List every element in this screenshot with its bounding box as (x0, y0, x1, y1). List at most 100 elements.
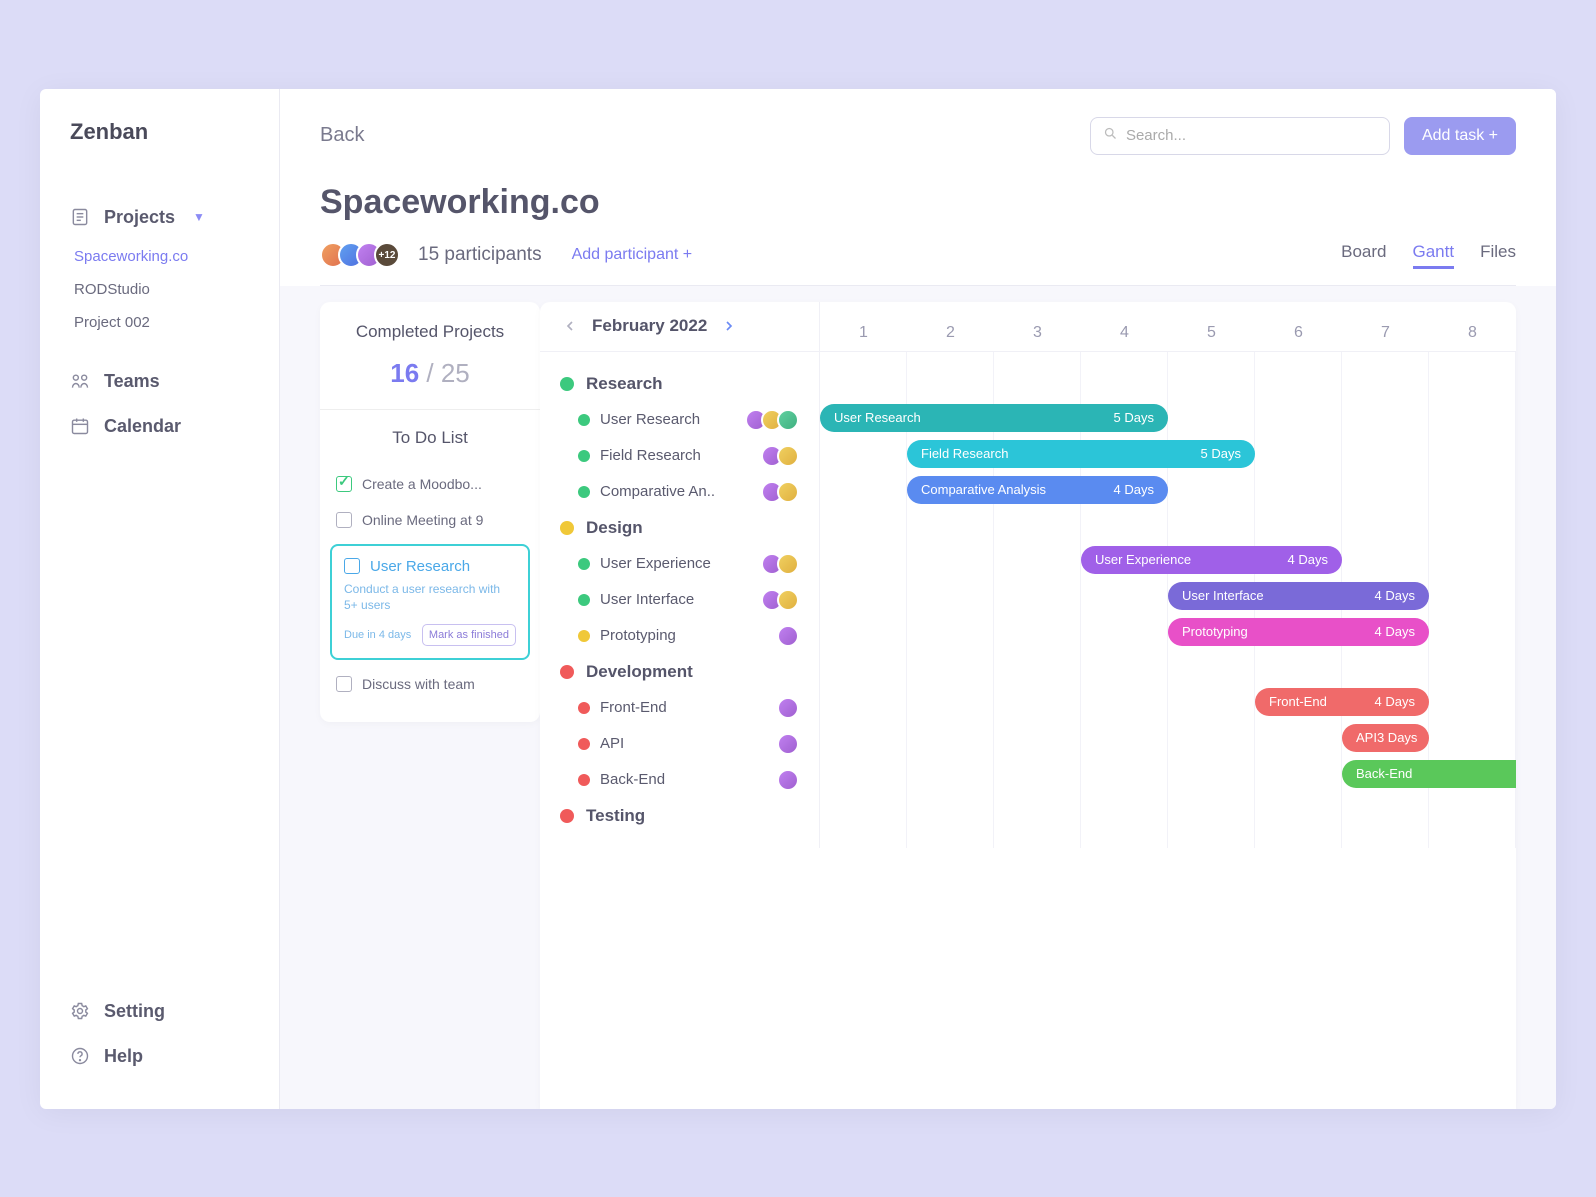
completed-panel: Completed Projects 16 / 25 To Do List Cr… (320, 302, 540, 723)
task-name: User Research (600, 411, 741, 428)
day-headers: 12345678 (820, 310, 1516, 342)
gantt-bar[interactable]: API3 Days (1342, 724, 1429, 752)
main-content: Back Add task + Spaceworking.co +12 1 (280, 89, 1556, 1109)
app-logo: Zenban (40, 119, 279, 145)
gantt-task-row[interactable]: Prototyping (540, 618, 819, 654)
teams-icon (70, 371, 90, 391)
gantt-panel: February 2022 12345678 ResearchUser Rese… (540, 302, 1516, 1109)
gantt-group-header[interactable]: Design (540, 510, 819, 546)
gantt-bar[interactable]: Comparative Analysis 4 Days (907, 476, 1168, 504)
group-dot-icon (560, 377, 574, 391)
gantt-task-row[interactable]: Comparative An.. (540, 474, 819, 510)
gantt-timeline[interactable]: User Research5 DaysField Research5 DaysC… (820, 352, 1516, 848)
sidebar-item-project002[interactable]: Project 002 (74, 306, 259, 339)
todo-item[interactable]: Create a Moodbo... (320, 466, 540, 502)
participants-count: 15 participants (418, 244, 542, 266)
gantt-task-row[interactable]: User Experience (540, 546, 819, 582)
sidebar: Zenban Projects ▼ Spaceworking.co RODStu… (40, 89, 280, 1109)
gantt-bar[interactable]: User Interface4 Days (1168, 582, 1429, 610)
todo-item[interactable]: Online Meeting at 9 (320, 502, 540, 538)
gantt-bar[interactable]: User Research5 Days (820, 404, 1168, 432)
calendar-icon (70, 416, 90, 436)
checkbox-icon[interactable] (336, 512, 352, 528)
checkbox-checked-icon[interactable] (336, 476, 352, 492)
add-task-button[interactable]: Add task + (1404, 117, 1516, 155)
gantt-bar[interactable]: Front-End4 Days (1255, 688, 1429, 716)
sidebar-item-spaceworking[interactable]: Spaceworking.co (74, 240, 259, 273)
search-icon (1103, 126, 1118, 146)
todo-card-active[interactable]: User Research Conduct a user research wi… (330, 544, 530, 661)
mark-finished-button[interactable]: Mark as finished (422, 624, 516, 646)
bar-label: Front-End (1269, 694, 1327, 709)
back-button[interactable]: Back (320, 124, 364, 147)
todo-item[interactable]: Discuss with team (320, 666, 540, 702)
nav-teams[interactable]: Teams (60, 359, 259, 404)
bar-duration: 4 Days (1288, 552, 1328, 567)
gantt-task-list: Research User Research Field Research Compa… (540, 352, 820, 848)
gantt-group-header[interactable]: Testing (540, 798, 819, 834)
completed-title: Completed Projects (320, 322, 540, 342)
avatar (777, 481, 799, 503)
task-name: Back-End (600, 771, 773, 788)
gantt-task-row[interactable]: Front-End (540, 690, 819, 726)
month-next-button[interactable] (719, 316, 739, 336)
bar-label: Comparative Analysis (921, 482, 1046, 497)
gantt-group-header[interactable]: Development (540, 654, 819, 690)
tab-board[interactable]: Board (1341, 242, 1386, 269)
task-name: User Experience (600, 555, 757, 572)
tab-files[interactable]: Files (1480, 242, 1516, 269)
day-header: 1 (820, 310, 907, 342)
day-header: 3 (994, 310, 1081, 342)
nav-calendar[interactable]: Calendar (60, 404, 259, 449)
avatar (777, 553, 799, 575)
bar-duration: 4 Days (1114, 482, 1154, 497)
task-dot-icon (578, 558, 590, 570)
gantt-bar[interactable]: User Experience4 Days (1081, 546, 1342, 574)
gantt-bar[interactable]: Back-End (1342, 760, 1516, 788)
task-avatars (783, 697, 799, 719)
add-participant-button[interactable]: Add participant + (572, 246, 693, 264)
todo-due: Due in 4 days (344, 629, 411, 641)
bar-duration: 5 Days (1201, 446, 1241, 461)
avatar (777, 625, 799, 647)
gantt-task-row[interactable]: User Interface (540, 582, 819, 618)
gantt-task-row[interactable]: Field Research (540, 438, 819, 474)
todo-label: Discuss with team (362, 676, 475, 692)
completed-total-value: 25 (441, 358, 470, 388)
avatar-overflow[interactable]: +12 (374, 242, 400, 268)
avatar (777, 769, 799, 791)
group-dot-icon (560, 521, 574, 535)
sidebar-item-rodstudio[interactable]: RODStudio (74, 273, 259, 306)
bar-duration: 4 Days (1375, 624, 1415, 639)
task-name: Prototyping (600, 627, 773, 644)
task-dot-icon (578, 738, 590, 750)
avatar (777, 445, 799, 467)
gantt-bar[interactable]: Field Research5 Days (907, 440, 1255, 468)
nav-projects[interactable]: Projects ▼ (60, 195, 259, 240)
gantt-bar[interactable]: Prototyping4 Days (1168, 618, 1429, 646)
day-header: 8 (1429, 310, 1516, 342)
nav-help[interactable]: Help (60, 1034, 259, 1079)
search-input[interactable] (1126, 127, 1377, 144)
month-prev-button[interactable] (560, 316, 580, 336)
search-box[interactable] (1090, 117, 1390, 155)
checkbox-icon[interactable] (344, 558, 360, 574)
gantt-group-header[interactable]: Research (540, 366, 819, 402)
gantt-task-row[interactable]: Back-End (540, 762, 819, 798)
task-dot-icon (578, 774, 590, 786)
bar-label: User Research (834, 410, 921, 425)
task-name: Field Research (600, 447, 757, 464)
task-name: User Interface (600, 591, 757, 608)
day-header: 2 (907, 310, 994, 342)
todo-title: To Do List (320, 428, 540, 448)
gantt-task-row[interactable]: API (540, 726, 819, 762)
todo-card-title: User Research (370, 558, 470, 575)
bar-duration: 4 Days (1375, 588, 1415, 603)
completed-count: 16 / 25 (320, 358, 540, 389)
checkbox-icon[interactable] (336, 676, 352, 692)
participant-avatars[interactable]: +12 (320, 242, 400, 268)
month-label: February 2022 (592, 316, 707, 336)
nav-setting[interactable]: Setting (60, 989, 259, 1034)
gantt-task-row[interactable]: User Research (540, 402, 819, 438)
tab-gantt[interactable]: Gantt (1413, 242, 1455, 269)
